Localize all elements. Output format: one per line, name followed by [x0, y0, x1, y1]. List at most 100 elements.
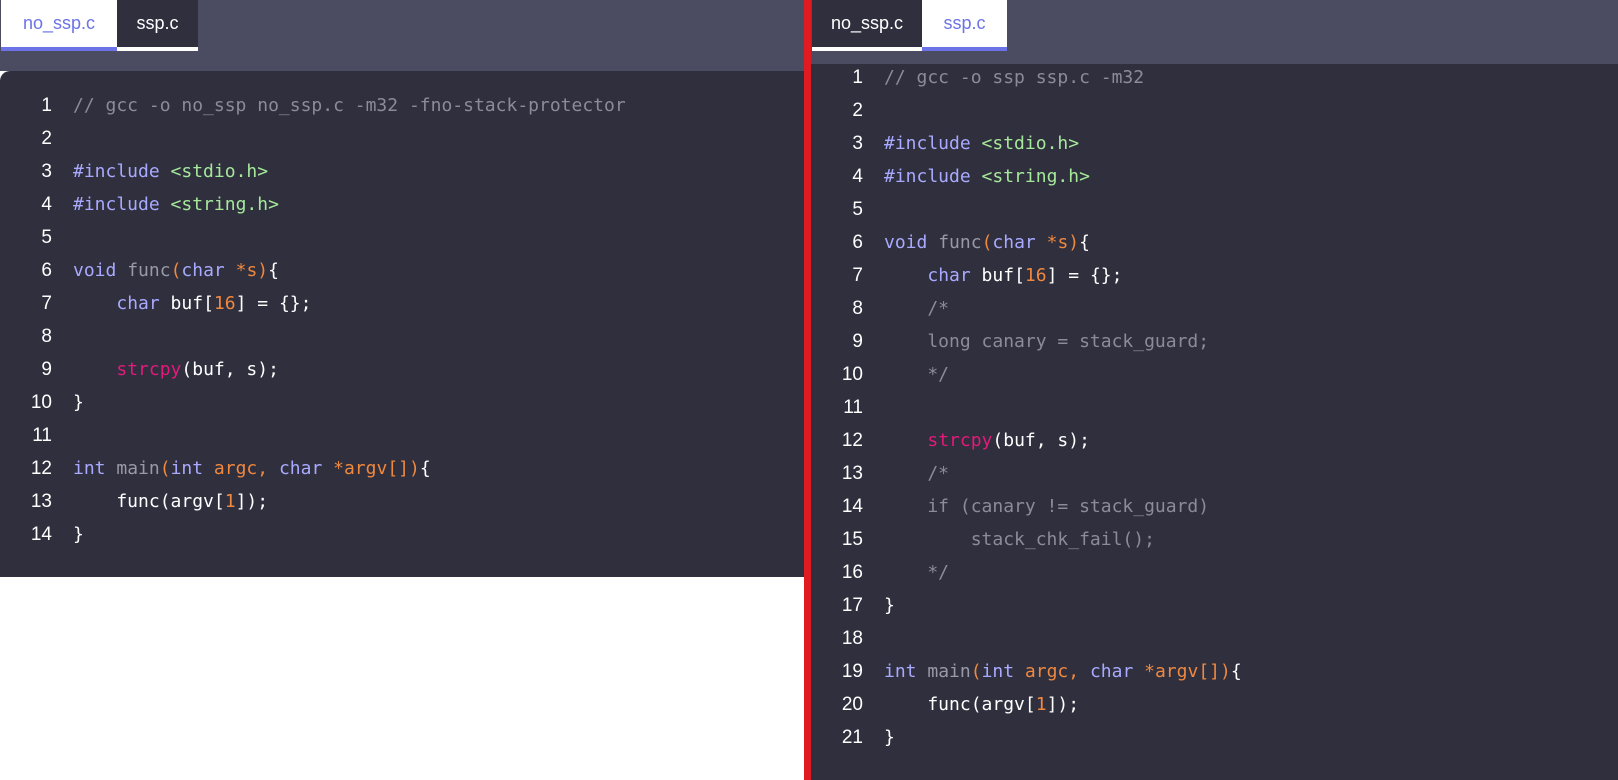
line-number: 19 [841, 661, 863, 682]
code-token: char [927, 265, 971, 286]
code-token: (buf, s); [992, 430, 1090, 451]
code-token: #include [73, 161, 160, 182]
line-number: 7 [41, 293, 52, 314]
code-text: strcpy(buf, s); [73, 353, 279, 387]
code-token: int [884, 661, 917, 682]
code-line: 9 strcpy(buf, s); [0, 353, 804, 387]
code-token: { [1230, 661, 1242, 682]
code-token: strcpy [116, 359, 182, 380]
code-line: 15 stack_chk_fail(); [811, 523, 1618, 557]
line-number: 11 [843, 397, 863, 418]
line-number: 13 [30, 491, 52, 512]
code-text: #include <string.h> [884, 160, 1090, 194]
code-token: stack_chk_fail(); [884, 529, 1155, 550]
code-line: 3 #include <stdio.h> [0, 155, 804, 189]
code-token: #include [884, 133, 971, 154]
code-token: main [116, 458, 160, 479]
code-line: 18 [811, 622, 1618, 656]
tab-no-ssp-c[interactable]: no_ssp.c [1, 0, 117, 51]
line-number: 8 [852, 298, 863, 319]
line-number: 8 [41, 326, 52, 347]
code-line: 14} [0, 518, 804, 552]
code-text: void func(char *s){ [73, 254, 279, 288]
code-token: char [116, 293, 160, 314]
code-token: func(argv[ [73, 491, 225, 512]
code-token: } [73, 524, 84, 545]
code-token: char [992, 232, 1036, 253]
code-token: #include [884, 166, 971, 187]
code-token: buf[ [970, 265, 1025, 286]
code-text: #include <stdio.h> [73, 155, 268, 189]
code-token: // gcc -o ssp ssp.c -m32 [884, 67, 1145, 88]
right-code-block[interactable]: 1 // gcc -o ssp ssp.c -m32 2 3 #include <std… [811, 64, 1618, 780]
tab-no-ssp-c[interactable]: no_ssp.c [812, 0, 922, 51]
code-text: // gcc -o ssp ssp.c -m32 [884, 61, 1144, 95]
code-line: 12 strcpy(buf, s); [811, 424, 1618, 458]
code-token: char [278, 458, 323, 479]
code-line: 16 */ [811, 556, 1618, 590]
code-token: char [181, 260, 225, 281]
code-token: /* [884, 298, 950, 319]
code-token: ) [1220, 661, 1231, 682]
code-token: { [1079, 232, 1090, 253]
code-text: } [73, 518, 84, 552]
code-token: *argv[] [1133, 661, 1220, 682]
code-token: ) [257, 260, 269, 281]
code-token: void [73, 260, 117, 281]
code-line: 20 func(argv[1]); [811, 688, 1618, 722]
line-number: 1 [41, 95, 52, 116]
code-text: func(argv[1]); [73, 485, 268, 519]
left-code-block[interactable]: 1 // gcc -o no_ssp no_ssp.c -m32 -fno-sta… [0, 71, 804, 577]
code-token: *s [1035, 232, 1069, 253]
tab-ssp-c[interactable]: ssp.c [117, 0, 198, 51]
code-text: */ [884, 358, 949, 392]
code-token: <string.h> [981, 166, 1090, 187]
code-line: 12 int main(int argc, char *argv[]){ [0, 452, 804, 486]
line-number: 4 [41, 194, 52, 215]
code-token: long canary = stack_guard; [884, 331, 1210, 352]
code-text: int main(int argc, char *argv[]){ [73, 452, 431, 486]
code-token: char [1089, 661, 1134, 682]
code-token: main [927, 661, 971, 682]
code-line: 21} [811, 721, 1618, 755]
code-line: 13 /* [811, 457, 1618, 491]
code-token: func(argv[ [884, 694, 1036, 715]
tab-ssp-c[interactable]: ssp.c [922, 0, 1007, 51]
line-number: 14 [841, 496, 863, 517]
red-divider [804, 0, 811, 780]
code-text: strcpy(buf, s); [884, 424, 1090, 458]
code-token: ) [409, 458, 420, 479]
code-token: buf[ [159, 293, 214, 314]
code-token: ( [159, 458, 171, 479]
code-text: #include <string.h> [73, 188, 279, 222]
code-token: strcpy [927, 430, 993, 451]
code-line: 19 int main(int argc, char *argv[]){ [811, 655, 1618, 689]
line-number: 6 [41, 260, 52, 281]
code-line: 2 [0, 122, 804, 156]
code-token: *argv[] [322, 458, 409, 479]
line-number: 17 [841, 595, 863, 616]
code-token: *s [224, 260, 258, 281]
code-line: 7 char buf[16] = {}; [811, 259, 1618, 293]
line-number: 13 [841, 463, 863, 484]
code-token: 16 [213, 293, 236, 314]
code-line: 5 [0, 221, 804, 255]
line-number: 21 [841, 727, 863, 748]
line-number: 10 [30, 392, 52, 413]
code-text: } [73, 386, 84, 420]
line-number: 5 [852, 199, 863, 220]
line-number: 12 [30, 458, 52, 479]
line-number: 5 [41, 227, 52, 248]
code-text: stack_chk_fail(); [884, 523, 1155, 557]
code-token: int [170, 458, 204, 479]
code-token: } [73, 392, 84, 413]
